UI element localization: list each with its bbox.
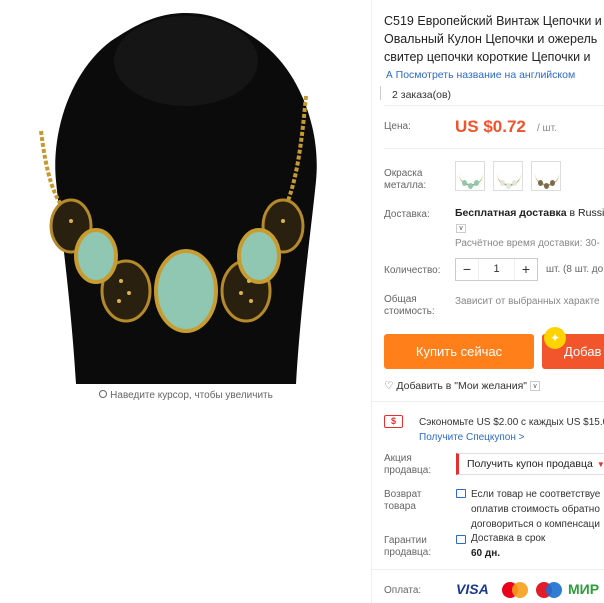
visa-logo-icon: VISA [456,581,489,597]
product-gallery: Наведите курсор, чтобы увеличить [0,0,372,603]
quantity-plus-button[interactable]: + [515,259,537,280]
maestro-logo-icon [536,582,562,598]
delivery-estimate: Расчётное время доставки: 30- [455,238,600,249]
necklace-on-bust-image [1,1,370,384]
magnifier-icon [99,390,108,398]
guarantee-label: Гарантии продавца: [384,535,432,558]
color-label: Окраска металла: [384,168,427,191]
guarantee-text: Доставка в срок [471,533,546,544]
quantity-minus-button[interactable]: − [456,259,478,280]
title-line: Овальный Кулон Цепочки и ожерель [384,32,598,46]
guarantee-days: 60 дн. [471,548,501,559]
divider [384,105,604,106]
title-line: C519 Европейский Винтаж Цепочки и [384,14,602,28]
view-english-title-link[interactable]: A Посмотреть название на английском [386,69,575,81]
seller-coupon-select[interactable]: Получить купон продавца ▼ [456,453,604,475]
divider [384,148,604,149]
quantity-available: шт. (8 шт. до [546,264,604,275]
returns-text: Если товар не соответствуе оплатив стоим… [471,489,601,530]
buy-now-button[interactable]: Купить сейчас [384,334,534,369]
delivery-value: Бесплатная доставка в Russia [455,207,604,219]
price-label: Цена: [384,121,411,132]
chevron-down-icon[interactable]: ∨ [530,381,541,392]
product-title: C519 Европейский Винтаж Цепочки и Овальн… [384,12,604,66]
quantity-label: Количество: [384,265,441,276]
total-value: Зависит от выбранных характе [455,296,600,307]
heart-icon: ♡ [384,380,394,392]
price-unit: / шт. [537,123,557,134]
divider [372,401,604,402]
payment-label: Оплата: [384,585,422,596]
coupon-icon: $ [384,415,403,428]
panel-divider [371,0,372,603]
add-to-wishlist-link[interactable]: ♡ Добавить в "Мои желания" ∨ [384,380,541,392]
promo-text: Сэкономьте US $2.00 с каждых US $15.0 [419,417,604,428]
caret-down-icon: ▼ [596,460,604,469]
delivery-label: Доставка: [384,209,430,220]
color-swatch-green[interactable] [455,161,485,191]
returns-label: Возврат товара [384,489,422,512]
mastercard-logo-icon [502,582,528,598]
seller-promo-label: Акция продавца: [384,453,432,476]
product-main-image[interactable] [1,1,370,384]
return-shield-icon [456,489,466,498]
chevron-down-icon[interactable]: ∨ [456,224,466,233]
orders-count: 2 заказа(ов) [392,89,452,101]
quantity-stepper: − 1 + [455,258,538,281]
price-value: US $0.72 [455,117,526,136]
color-swatch-white[interactable] [493,161,523,191]
get-special-coupon-link[interactable]: Получите Спецкупон > [419,432,525,443]
quantity-input[interactable]: 1 [478,259,515,280]
title-line: свитер цепочки короткие Цепочки и [384,50,591,64]
mir-logo-icon: МИР [568,581,600,597]
divider [372,569,604,570]
guarantee-shield-icon [456,535,466,544]
orders-separator [380,86,381,100]
cart-badge-icon: ✦ [544,327,566,349]
total-label: Общая стоимость: [384,294,435,317]
zoom-hint: Наведите курсор, чтобы увеличить [0,390,372,401]
translate-icon: A [386,70,393,81]
color-swatch-bronze[interactable] [531,161,561,191]
